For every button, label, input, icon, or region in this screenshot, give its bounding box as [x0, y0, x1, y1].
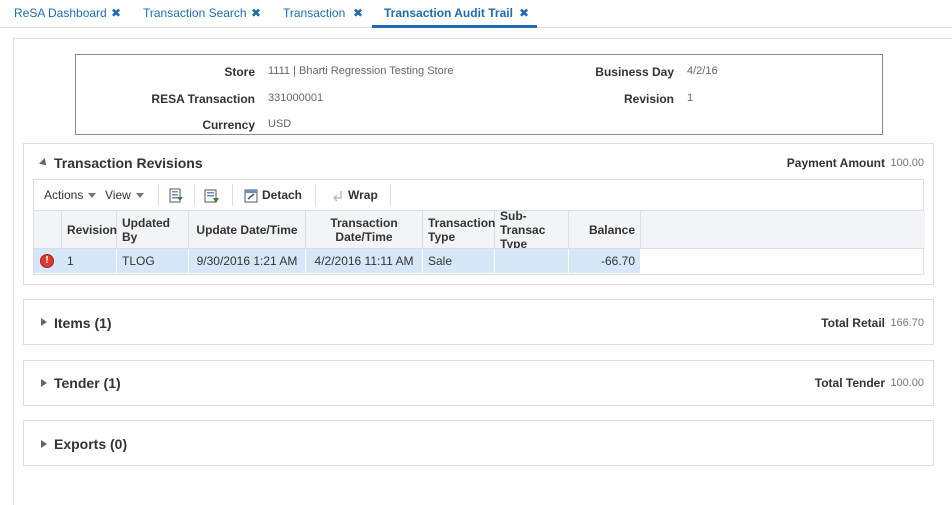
- revision-value: 1: [687, 92, 694, 104]
- tab-label: Transaction Audit Trail: [384, 6, 513, 20]
- currency-value: USD: [268, 118, 292, 130]
- revisions-table: Revision Updated By Update Date/Time Tra…: [33, 211, 925, 275]
- toolbar-divider: [232, 184, 233, 206]
- cell-transaction-type: Sale: [423, 249, 495, 273]
- transaction-header: Store 1111 | Bharti Regression Testing S…: [75, 54, 883, 135]
- store-label: Store: [224, 65, 255, 79]
- payment-amount-value: 100.00: [890, 157, 924, 169]
- section-title[interactable]: Items (1): [54, 315, 112, 331]
- wrap-label: Wrap: [348, 188, 378, 202]
- view-menu[interactable]: View: [105, 180, 144, 210]
- store-value: 1111 | Bharti Regression Testing Store: [268, 65, 454, 77]
- column-header[interactable]: Sub-Transac Type: [495, 211, 569, 249]
- cell-updated-by: TLOG: [117, 249, 189, 273]
- business-day-label: Business Day: [595, 65, 674, 79]
- chevron-down-icon: [135, 193, 144, 199]
- resa-transaction-label: RESA Transaction: [151, 92, 255, 106]
- error-icon: !: [40, 254, 54, 268]
- business-day-value: 4/2/16: [687, 65, 718, 77]
- currency-label: Currency: [202, 118, 255, 132]
- column-header[interactable]: Balance: [569, 211, 641, 249]
- column-header[interactable]: Transaction Date/Time: [306, 211, 423, 249]
- wrap-icon: [332, 190, 342, 202]
- section-title: Transaction Revisions: [54, 155, 203, 171]
- column-header[interactable]: Update Date/Time: [189, 211, 306, 249]
- payment-amount-label: Payment Amount: [786, 156, 885, 170]
- tab-label: Transaction Search: [143, 6, 247, 20]
- expand-icon[interactable]: [41, 440, 47, 448]
- cell-update-datetime: 9/30/2016 1:21 AM: [189, 249, 306, 273]
- tab-resa-dashboard[interactable]: ReSA Dashboard: [14, 0, 107, 28]
- close-icon[interactable]: ✖: [111, 0, 121, 28]
- section-title[interactable]: Exports (0): [54, 436, 127, 452]
- query-icon[interactable]: [204, 188, 220, 207]
- cell-balance: -66.70: [569, 249, 641, 273]
- actions-menu[interactable]: Actions: [44, 180, 97, 210]
- toolbar-divider: [194, 184, 195, 206]
- table-row[interactable]: ! 1 TLOG 9/30/2016 1:21 AM 4/2/2016 11:1…: [34, 249, 641, 273]
- total-tender-value: 100.00: [890, 377, 924, 389]
- total-tender-label: Total Tender: [814, 376, 885, 390]
- section-title[interactable]: Tender (1): [54, 375, 121, 391]
- detach-label: Detach: [262, 188, 303, 202]
- resa-transaction-value: 331000001: [268, 92, 324, 104]
- wrap-button[interactable]: Wrap: [332, 180, 378, 210]
- close-icon[interactable]: ✖: [251, 0, 261, 28]
- tab-transaction-search[interactable]: Transaction Search: [143, 0, 247, 28]
- tab-transaction[interactable]: Transaction: [283, 0, 345, 28]
- expand-icon[interactable]: [41, 318, 47, 326]
- table-toolbar: Actions View Detach Wrap: [33, 179, 924, 211]
- exports-section: Exports (0): [23, 420, 934, 466]
- tab-label: ReSA Dashboard: [14, 6, 107, 20]
- column-header[interactable]: Revision: [62, 211, 117, 249]
- total-retail-value: 166.70: [890, 317, 924, 329]
- tab-transaction-audit-trail[interactable]: Transaction Audit Trail: [372, 0, 537, 28]
- tender-section: Tender (1) Total Tender 100.00: [23, 360, 934, 406]
- expand-icon[interactable]: [41, 379, 47, 387]
- cell-transaction-datetime: 4/2/2016 11:11 AM: [306, 249, 423, 273]
- detach-button[interactable]: Detach: [244, 180, 302, 210]
- tab-label: Transaction: [283, 6, 346, 20]
- column-header-status: [34, 211, 62, 249]
- export-icon[interactable]: [168, 188, 184, 207]
- close-icon[interactable]: ✖: [519, 0, 529, 28]
- cell-revision: 1: [62, 249, 117, 273]
- actions-label: Actions: [44, 188, 84, 202]
- chevron-down-icon: [88, 193, 97, 199]
- column-header[interactable]: Transaction Type: [423, 211, 495, 249]
- tab-bar: ReSA Dashboard ✖ Transaction Search ✖ Tr…: [0, 0, 952, 28]
- view-label: View: [105, 188, 131, 202]
- header-filler: [641, 211, 925, 249]
- total-retail-label: Total Retail: [821, 316, 885, 330]
- detach-icon: [244, 189, 258, 203]
- items-section: Items (1) Total Retail 166.70: [23, 299, 934, 345]
- toolbar-divider: [315, 184, 316, 206]
- toolbar-divider: [158, 184, 159, 206]
- close-icon[interactable]: ✖: [353, 0, 363, 28]
- collapse-icon[interactable]: [39, 158, 49, 168]
- toolbar-divider: [390, 184, 391, 206]
- column-header[interactable]: Updated By: [117, 211, 189, 249]
- cell-sub-transaction-type: [495, 249, 569, 273]
- revision-label: Revision: [623, 92, 674, 106]
